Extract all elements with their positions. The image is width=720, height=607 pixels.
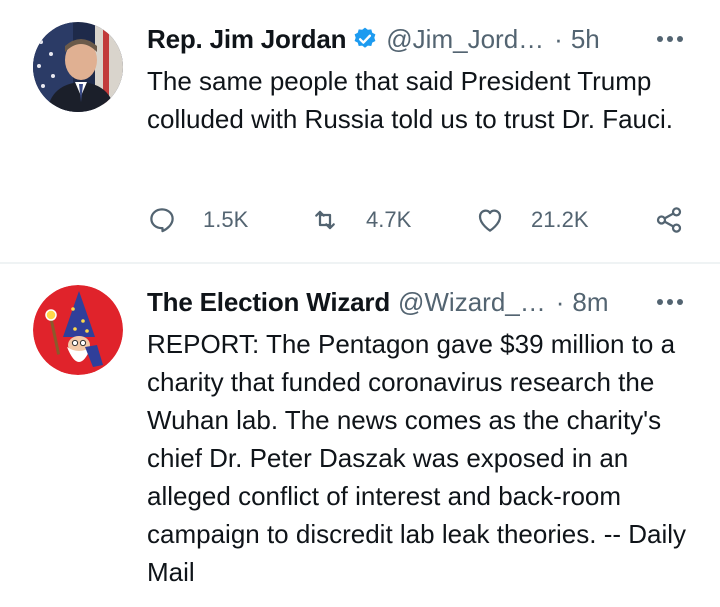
tweet-header: Rep. Jim Jordan @Jim_Jord… · 5h [147, 22, 700, 56]
author-handle[interactable]: @Jim_Jord… [386, 24, 544, 55]
retweet-count: 4.7K [366, 207, 412, 232]
verified-badge-icon [354, 27, 376, 48]
tweet-text: REPORT: The Pentagon gave $39 million to… [147, 329, 687, 587]
heart-icon [478, 209, 502, 232]
author-handle[interactable]: @Wizard_… [398, 287, 546, 318]
tweet-actions: 1.5K 4.7K 21.2K [147, 200, 697, 240]
retweet-button[interactable]: 4.7K [310, 200, 411, 240]
timestamp[interactable]: 8m [572, 287, 608, 318]
share-button[interactable] [654, 200, 684, 240]
separator-dot: · [554, 23, 563, 54]
avatar-jim-jordan[interactable] [33, 22, 123, 112]
retweet-icon [315, 210, 335, 230]
share-icon [656, 207, 682, 233]
more-options-icon[interactable] [654, 30, 686, 48]
timestamp[interactable]: 5h [571, 24, 600, 55]
more-options-icon[interactable] [654, 293, 686, 311]
reply-button[interactable]: 1.5K [147, 200, 248, 240]
tweet-header: The Election Wizard @Wizard_… · 8m [147, 285, 700, 319]
reply-icon [150, 208, 174, 233]
tweet-election-wizard[interactable]: The Election Wizard @Wizard_… · 8m REPOR… [0, 264, 720, 607]
reply-count: 1.5K [203, 207, 249, 232]
tweet-jim-jordan[interactable]: Rep. Jim Jordan @Jim_Jord… · 5h The same… [0, 0, 720, 262]
avatar-election-wizard[interactable] [33, 285, 123, 375]
author-name[interactable]: Rep. Jim Jordan [147, 24, 346, 55]
separator-dot: · [555, 286, 565, 317]
like-count: 21.2K [531, 207, 589, 232]
tweet-text: The same people that said President Trum… [147, 66, 674, 134]
like-button[interactable]: 21.2K [475, 200, 589, 240]
author-name[interactable]: The Election Wizard [147, 287, 390, 318]
